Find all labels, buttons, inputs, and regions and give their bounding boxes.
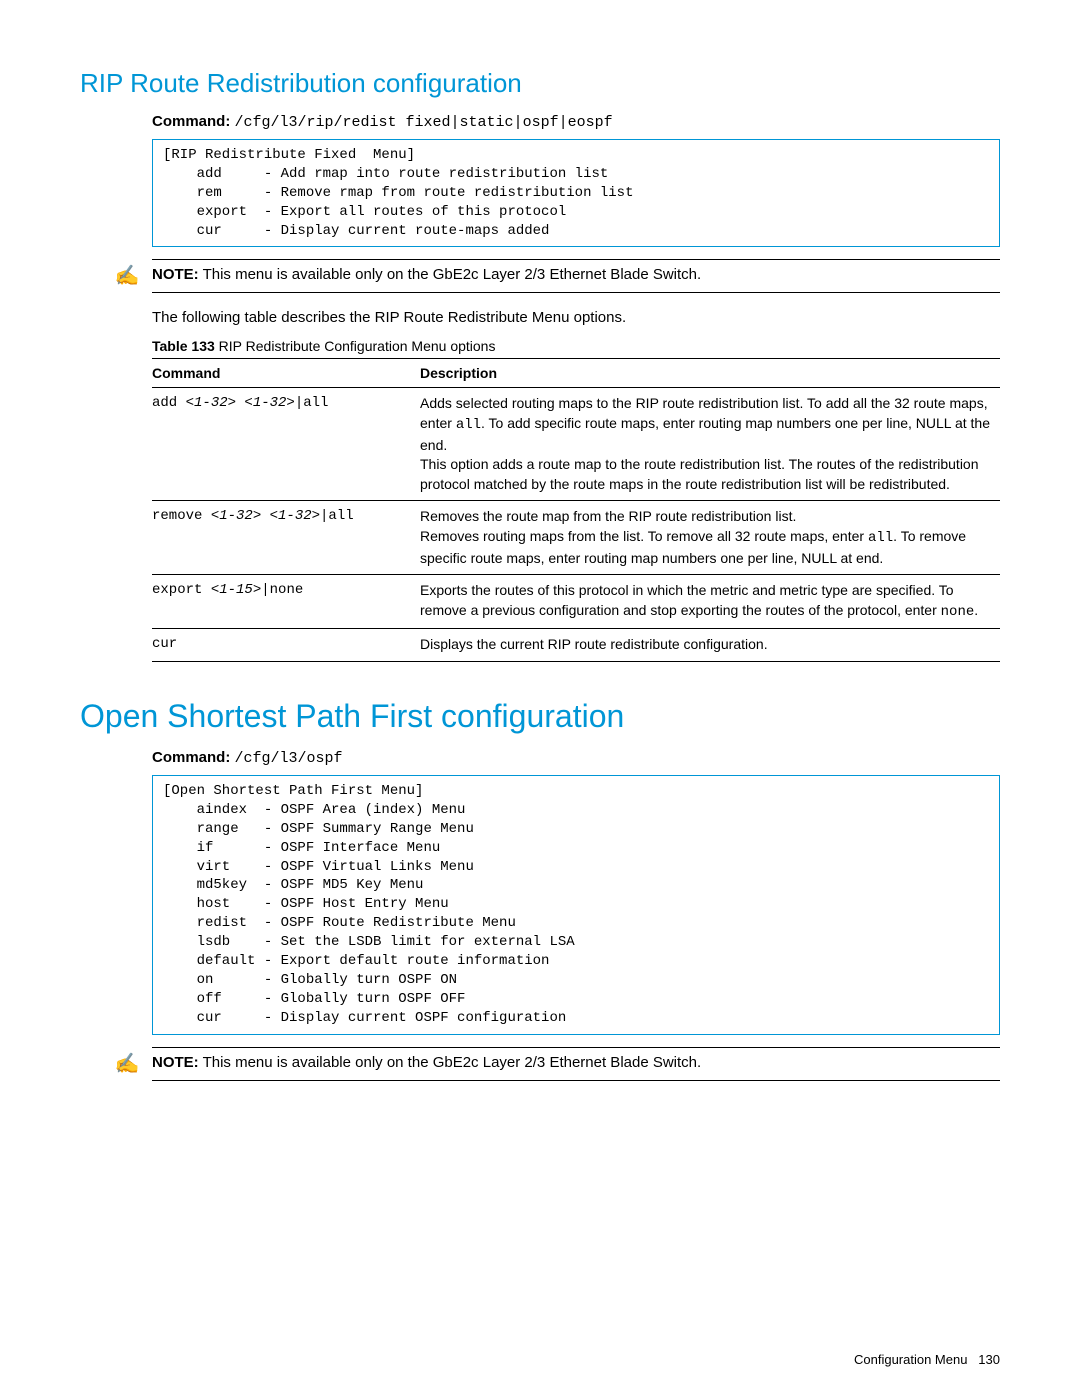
ospf-note: ✍ NOTE: This menu is available only on t… [152,1047,1000,1081]
cmd-cell: export <1-15>|none [152,575,420,629]
table-row: add <1-32> <1-32>|all Adds selected rout… [152,388,1000,501]
rip-body-text: The following table describes the RIP Ro… [152,309,1000,326]
note-icon: ✍ [112,1054,142,1074]
rip-command-line: Command: /cfg/l3/rip/redist fixed|static… [152,113,1000,131]
col-description: Description [420,359,1000,388]
footer-section: Configuration Menu [854,1352,967,1367]
note-text: This menu is available only on the GbE2c… [203,1054,702,1071]
command-path: /cfg/l3/ospf [235,750,343,767]
table-header-row: Command Description [152,359,1000,388]
rip-code-box: [RIP Redistribute Fixed Menu] add - Add … [152,139,1000,247]
note-text: This menu is available only on the GbE2c… [203,266,702,283]
ospf-code-box: [Open Shortest Path First Menu] aindex -… [152,775,1000,1035]
cmd-cell: cur [152,629,420,662]
desc-cell: Exports the routes of this protocol in w… [420,575,1000,629]
desc-cell: Displays the current RIP route redistrib… [420,629,1000,662]
rip-heading: RIP Route Redistribution configuration [80,68,1000,99]
rip-table-caption: Table 133 RIP Redistribute Configuration… [152,338,1000,354]
cmd-cell: remove <1-32> <1-32>|all [152,501,420,575]
col-command: Command [152,359,420,388]
rip-options-table: Command Description add <1-32> <1-32>|al… [152,358,1000,662]
table-row: export <1-15>|none Exports the routes of… [152,575,1000,629]
command-path: /cfg/l3/rip/redist fixed|static|ospf|eos… [235,114,613,131]
ospf-command-line: Command: /cfg/l3/ospf [152,749,1000,767]
rip-note: ✍ NOTE: This menu is available only on t… [152,259,1000,293]
note-icon: ✍ [112,266,142,286]
table-caption-text: RIP Redistribute Configuration Menu opti… [219,338,496,354]
command-label: Command: [152,749,230,766]
command-label: Command: [152,113,230,130]
note-content: NOTE: This menu is available only on the… [152,1054,701,1071]
footer-page: 130 [978,1352,1000,1367]
table-row: cur Displays the current RIP route redis… [152,629,1000,662]
desc-cell: Removes the route map from the RIP route… [420,501,1000,575]
page-footer: Configuration Menu 130 [854,1352,1000,1367]
table-caption-label: Table 133 [152,338,215,354]
note-label: NOTE: [152,1054,199,1071]
ospf-heading: Open Shortest Path First configuration [80,698,1000,735]
desc-cell: Adds selected routing maps to the RIP ro… [420,388,1000,501]
note-content: NOTE: This menu is available only on the… [152,266,701,283]
table-row: remove <1-32> <1-32>|all Removes the rou… [152,501,1000,575]
note-label: NOTE: [152,266,199,283]
cmd-cell: add <1-32> <1-32>|all [152,388,420,501]
